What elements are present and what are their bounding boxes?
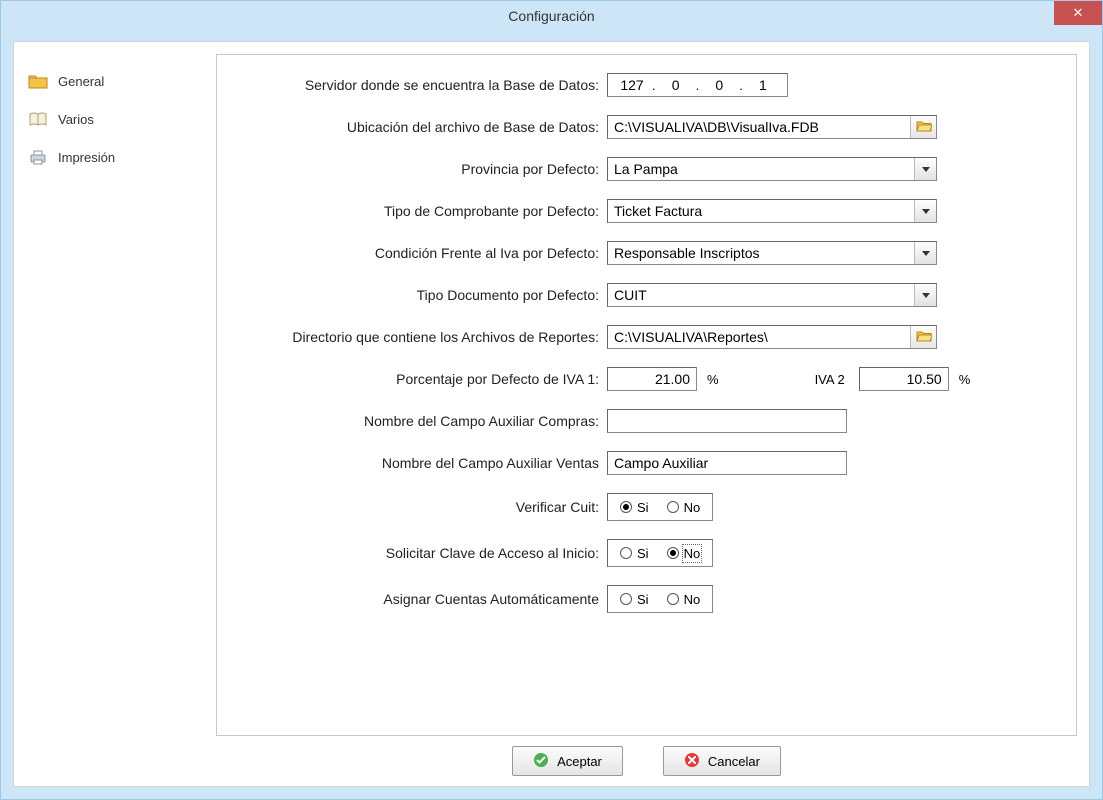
iva1-label: Porcentaje por Defecto de IVA 1:	[237, 371, 607, 387]
sidebar: General Varios Impresión	[14, 42, 204, 786]
verify-cuit-group: Si No	[607, 493, 713, 521]
province-dropdown-button[interactable]	[914, 158, 936, 180]
iva1-input[interactable]	[607, 367, 697, 391]
sidebar-item-general[interactable]: General	[14, 62, 204, 100]
main-panel: Servidor donde se encuentra la Base de D…	[216, 54, 1077, 736]
voucher-label: Tipo de Comprobante por Defecto:	[237, 203, 607, 219]
accept-button[interactable]: Aceptar	[512, 746, 623, 776]
auto-accounts-si[interactable]: Si	[620, 592, 649, 607]
iva-cond-label: Condición Frente al Iva por Defecto:	[237, 245, 607, 261]
reportsdir-browse-button[interactable]	[910, 326, 936, 348]
titlebar: Configuración ✕	[1, 1, 1102, 31]
chevron-down-icon	[922, 167, 930, 172]
radio-icon	[667, 501, 679, 513]
pct-symbol-1: %	[707, 372, 719, 387]
iva-cond-combo[interactable]	[607, 241, 937, 265]
reportsdir-label: Directorio que contiene los Archivos de …	[237, 329, 607, 345]
aux-ventas-input[interactable]	[607, 451, 847, 475]
sidebar-item-label: Impresión	[58, 150, 115, 165]
iva2-label: IVA 2	[815, 372, 845, 387]
ip-seg-a[interactable]	[614, 76, 650, 94]
iva-cond-dropdown-button[interactable]	[914, 242, 936, 264]
folder-open-icon	[916, 119, 932, 136]
aux-compras-input[interactable]	[607, 409, 847, 433]
aux-compras-label: Nombre del Campo Auxiliar Compras:	[237, 413, 607, 429]
sidebar-item-impresion[interactable]: Impresión	[14, 138, 204, 176]
aux-ventas-label: Nombre del Campo Auxiliar Ventas	[237, 455, 607, 471]
verify-cuit-label: Verificar Cuit:	[237, 499, 607, 515]
voucher-dropdown-button[interactable]	[914, 200, 936, 222]
config-window: Configuración ✕ General Varios	[0, 0, 1103, 800]
sidebar-item-varios[interactable]: Varios	[14, 100, 204, 138]
doctype-value[interactable]	[608, 284, 914, 306]
server-ip-input[interactable]: . . .	[607, 73, 788, 97]
ask-password-label: Solicitar Clave de Acceso al Inicio:	[237, 545, 607, 561]
verify-cuit-no[interactable]: No	[667, 500, 701, 515]
iva-cond-value[interactable]	[608, 242, 914, 264]
auto-accounts-label: Asignar Cuentas Automáticamente	[237, 591, 607, 607]
check-icon	[533, 752, 549, 771]
reportsdir-input[interactable]	[608, 326, 910, 348]
auto-accounts-no[interactable]: No	[667, 592, 701, 607]
radio-icon	[667, 593, 679, 605]
cancel-button[interactable]: Cancelar	[663, 746, 781, 776]
province-combo[interactable]	[607, 157, 937, 181]
radio-icon	[620, 547, 632, 559]
folder-icon	[28, 72, 48, 90]
doctype-dropdown-button[interactable]	[914, 284, 936, 306]
ip-seg-c[interactable]	[701, 76, 737, 94]
doctype-combo[interactable]	[607, 283, 937, 307]
chevron-down-icon	[922, 251, 930, 256]
client-area: General Varios Impresión Servidor donde …	[13, 41, 1090, 787]
ip-seg-b[interactable]	[658, 76, 694, 94]
printer-icon	[28, 148, 48, 166]
sidebar-item-label: Varios	[58, 112, 94, 127]
close-icon: ✕	[1073, 5, 1084, 21]
auto-accounts-group: Si No	[607, 585, 713, 613]
radio-icon	[620, 593, 632, 605]
pct-symbol-2: %	[959, 372, 971, 387]
folder-open-icon	[916, 329, 932, 346]
main-wrap: Servidor donde se encuentra la Base de D…	[204, 42, 1089, 786]
chevron-down-icon	[922, 209, 930, 214]
chevron-down-icon	[922, 293, 930, 298]
ask-password-group: Si No	[607, 539, 713, 567]
verify-cuit-si[interactable]: Si	[620, 500, 649, 515]
close-button[interactable]: ✕	[1054, 1, 1102, 25]
window-title: Configuración	[508, 8, 594, 24]
sidebar-item-label: General	[58, 74, 104, 89]
cancel-icon	[684, 752, 700, 771]
province-label: Provincia por Defecto:	[237, 161, 607, 177]
dbfile-label: Ubicación del archivo de Base de Datos:	[237, 119, 607, 135]
reportsdir-field	[607, 325, 937, 349]
voucher-value[interactable]	[608, 200, 914, 222]
province-value[interactable]	[608, 158, 914, 180]
ip-seg-d[interactable]	[745, 76, 781, 94]
radio-icon	[667, 547, 679, 559]
voucher-combo[interactable]	[607, 199, 937, 223]
dbfile-input[interactable]	[608, 116, 910, 138]
doctype-label: Tipo Documento por Defecto:	[237, 287, 607, 303]
server-label: Servidor donde se encuentra la Base de D…	[237, 77, 607, 93]
dbfile-browse-button[interactable]	[910, 116, 936, 138]
button-bar: Aceptar Cancelar	[216, 736, 1077, 786]
ask-password-no[interactable]: No	[667, 546, 701, 561]
book-icon	[28, 110, 48, 128]
radio-icon	[620, 501, 632, 513]
dbfile-field	[607, 115, 937, 139]
ask-password-si[interactable]: Si	[620, 546, 649, 561]
iva2-input[interactable]	[859, 367, 949, 391]
